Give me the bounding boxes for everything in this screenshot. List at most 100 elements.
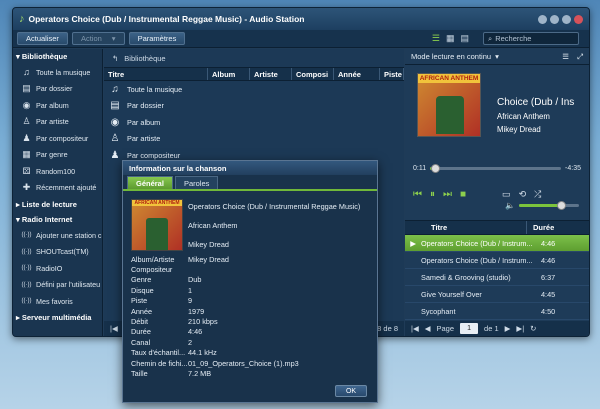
dialog-album-art-text: AFRICAN ANTHEM	[132, 200, 182, 206]
property-value: 2	[188, 337, 193, 347]
repeat-icon[interactable]: ⟲	[519, 189, 527, 200]
column-header[interactable]: Piste	[380, 68, 404, 80]
volume-slider[interactable]	[518, 201, 579, 210]
detail-view-icon[interactable]: ▤	[460, 33, 469, 44]
song-info-dialog: Information sur la chanson Général Parol…	[122, 160, 378, 403]
sidebar-section-media-server[interactable]: ▸ Serveur multimédia	[13, 310, 102, 325]
column-header[interactable]: Artiste	[250, 68, 292, 80]
column-header[interactable]: Album	[208, 68, 250, 80]
refresh-button[interactable]: Actualiser	[17, 32, 68, 45]
sidebar-item[interactable]: ((·)) RadioIO	[13, 260, 102, 277]
list-view-icon[interactable]: ☰	[432, 33, 440, 44]
album-art-figure	[436, 96, 464, 134]
person-icon: ♙	[110, 133, 120, 145]
row-label: Par dossier	[127, 101, 164, 111]
progress-knob[interactable]	[431, 163, 441, 173]
tab-general[interactable]: Général	[127, 176, 173, 189]
sidebar-item[interactable]: ((·)) Ajouter une station c	[13, 227, 102, 244]
remaining-time: -4:35	[565, 164, 581, 172]
previous-icon[interactable]: ⏮	[413, 189, 422, 200]
library-title: Bibliothèque	[21, 52, 68, 61]
sidebar-item[interactable]: ⚄ Random100	[13, 163, 102, 180]
playlist-menu-icon[interactable]: ☰	[562, 52, 569, 61]
sidebar-section-library[interactable]: ▾ Bibliothèque	[13, 49, 102, 64]
table-row[interactable]: ♫ Toute la musique	[104, 81, 404, 98]
dialog-song-header: Operators Choice (Dub / Instrumental Reg…	[188, 197, 360, 254]
mini-player-icon[interactable]: ⤢	[577, 52, 583, 62]
page-input[interactable]: 1	[460, 323, 479, 334]
playlist-row[interactable]: Give Yourself Over 4:45	[405, 286, 589, 303]
column-duration[interactable]: Durée	[527, 221, 554, 234]
radio-title: Radio Internet	[21, 215, 73, 224]
sidebar-item[interactable]: ◉ Par album	[13, 97, 102, 114]
property-row: Disque 1	[131, 285, 299, 295]
search-input[interactable]: ⌕ Recherche	[483, 32, 579, 45]
player-panel: Mode lecture en continu ▾ ☰ ⤢ AFRICAN AN…	[405, 49, 589, 336]
sidebar-item[interactable]: ▤ Par dossier	[13, 81, 102, 98]
first-page-icon[interactable]: |◀	[110, 324, 118, 333]
action-label: Action	[80, 34, 102, 43]
property-value: Dub	[188, 275, 202, 285]
dialog-album-art-figure	[146, 218, 168, 250]
next-page-icon[interactable]: ▶	[505, 324, 511, 333]
sidebar-item-label: Random100	[36, 166, 76, 176]
settings-button[interactable]: Paramètres	[128, 32, 186, 45]
pause-icon[interactable]: ⏸	[430, 189, 435, 200]
table-row[interactable]: ▤ Par dossier	[104, 98, 404, 115]
progress-bar[interactable]	[430, 163, 562, 173]
sidebar-item[interactable]: ♫ Toute la musique	[13, 64, 102, 81]
table-row[interactable]: ♙ Par artiste	[104, 131, 404, 148]
column-title[interactable]: Titre	[405, 221, 527, 234]
sidebar-item[interactable]: ♙ Par artiste	[13, 114, 102, 131]
action-button[interactable]: Action ▾	[71, 32, 125, 45]
ok-button[interactable]: OK	[335, 385, 367, 397]
sidebar-section-radio[interactable]: ▾ Radio Internet	[13, 212, 102, 227]
sidebar-item-label: RadioIO	[36, 263, 63, 273]
close-icon[interactable]	[574, 14, 583, 24]
up-arrow-icon[interactable]: ↰	[112, 54, 118, 63]
elapsed-time: 0:11	[413, 164, 427, 172]
tab-lyrics[interactable]: Paroles	[174, 176, 219, 189]
sidebar-item[interactable]: ▦ Par genre	[13, 147, 102, 164]
shuffle-icon[interactable]: ⤮	[534, 189, 541, 200]
breadcrumb: ↰ Bibliothèque	[104, 49, 404, 67]
now-playing: Choice (Dub / Ins African Anthem Mikey D…	[497, 96, 574, 136]
help-icon[interactable]	[538, 14, 547, 24]
property-row: Année 1979	[131, 306, 299, 316]
playlist-row[interactable]: ▶ Operators Choice (Dub / Instrum... 4:46	[405, 235, 589, 252]
column-header[interactable]: Année	[334, 68, 380, 80]
first-page-icon[interactable]: |◀	[411, 324, 419, 333]
next-icon[interactable]: ⏭	[443, 189, 452, 200]
minimize-icon[interactable]	[550, 14, 559, 24]
playlist-row[interactable]: Samedi & Grooving (studio) 6:37	[405, 269, 589, 286]
stop-icon[interactable]: ■	[460, 189, 466, 200]
playlist-row-duration: 4:50	[541, 306, 556, 316]
playlist-row[interactable]: Operators Choice (Dub / Instrum... 4:46	[405, 252, 589, 269]
chevron-down-icon[interactable]: ▾	[495, 52, 499, 61]
table-row[interactable]: ◉ Par album	[104, 114, 404, 131]
album-art: AFRICAN ANTHEM	[417, 73, 481, 137]
volume-knob[interactable]	[556, 201, 566, 210]
property-row: Taux d'échantil... 44.1 kHz	[131, 348, 299, 358]
lyrics-icon[interactable]: ▭	[502, 189, 511, 200]
sidebar-section-playlist[interactable]: ▸ Liste de lecture	[13, 197, 102, 212]
page-of: de 1	[484, 324, 499, 333]
prev-page-icon[interactable]: ◀	[425, 324, 431, 333]
radio-icon: ((·))	[21, 248, 32, 255]
maximize-icon[interactable]	[562, 14, 571, 24]
sidebar-item[interactable]: ♟ Par compositeur	[13, 130, 102, 147]
row-label: Par artiste	[127, 134, 161, 144]
column-header[interactable]: Titre	[104, 68, 208, 80]
sidebar-item[interactable]: ((·)) SHOUTcast(TM)	[13, 244, 102, 261]
sidebar-item[interactable]: ✚ Récemment ajouté	[13, 180, 102, 197]
property-row: Durée 4:46	[131, 327, 299, 337]
refresh-icon[interactable]: ↻	[530, 324, 536, 333]
last-page-icon[interactable]: ▶|	[516, 324, 524, 333]
radio-icon: ((·))	[21, 298, 32, 305]
grid-view-icon[interactable]: ▦	[446, 33, 455, 44]
playback-mode[interactable]: Mode lecture en continu	[411, 52, 491, 61]
playlist-row[interactable]: Sycophant 4:50	[405, 303, 589, 320]
column-header[interactable]: Composi	[292, 68, 334, 80]
sidebar-item[interactable]: ((·)) Défini par l'utilisateu	[13, 277, 102, 294]
sidebar-item[interactable]: ((·)) Mes favoris	[13, 293, 102, 310]
